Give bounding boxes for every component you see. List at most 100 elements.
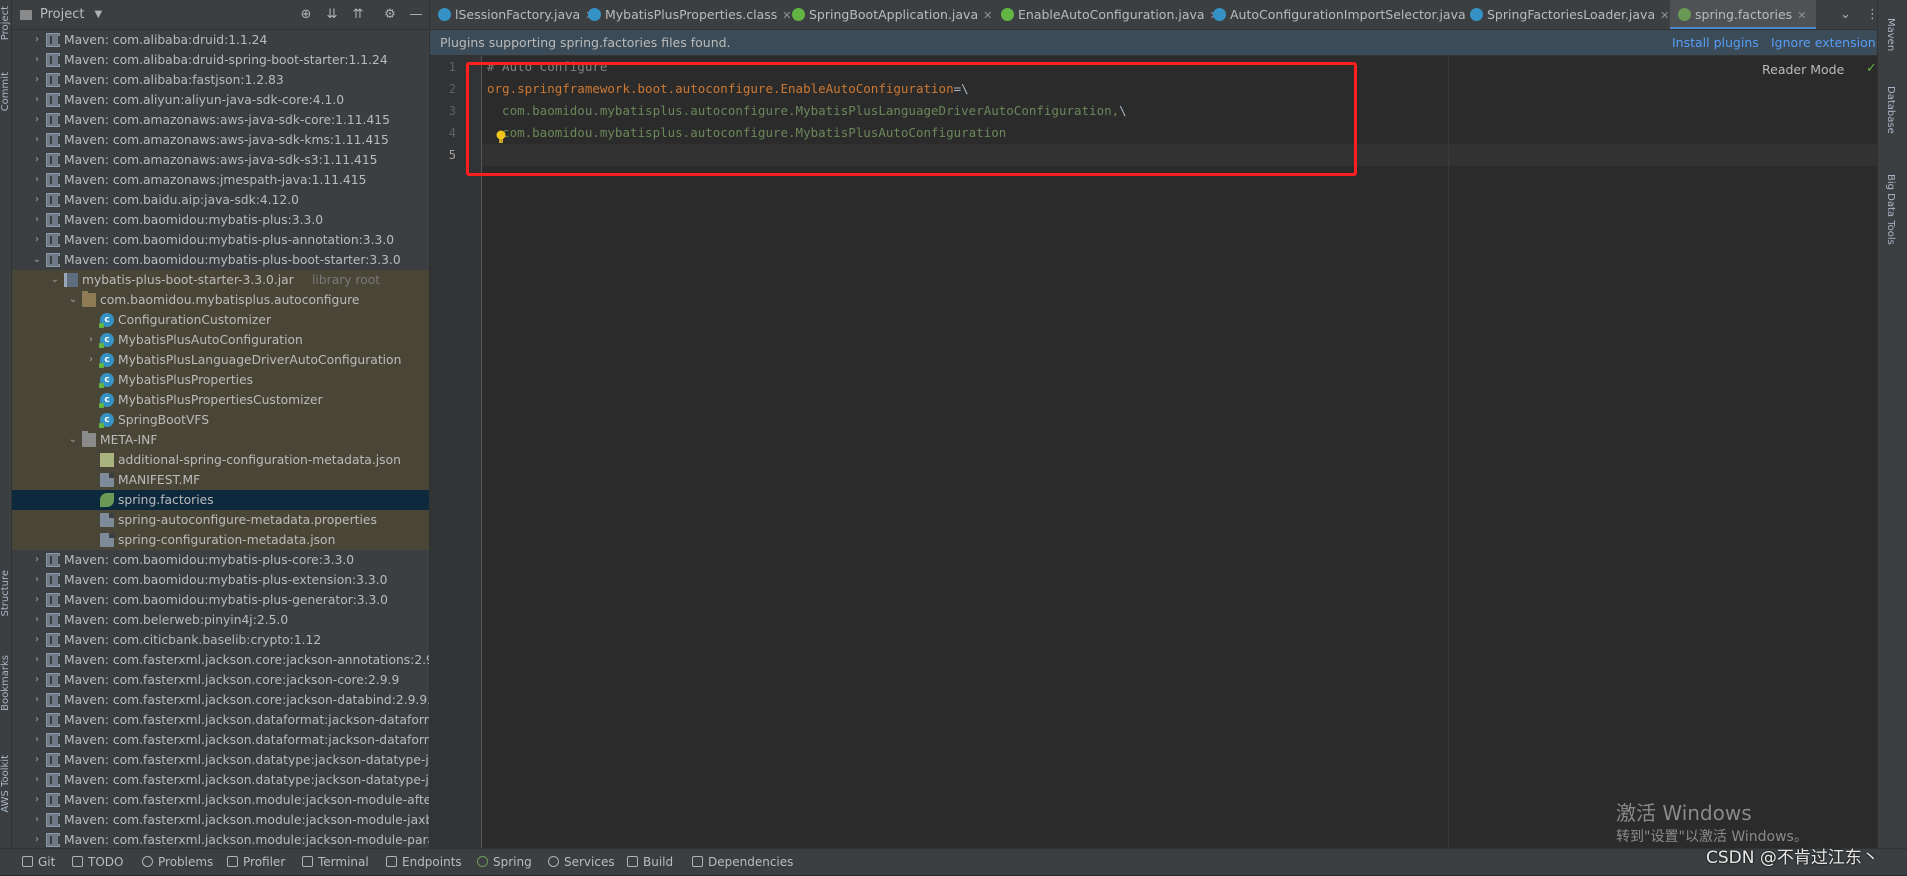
services-tool-button[interactable]: Services: [548, 849, 615, 876]
chevron-right-icon[interactable]: ›: [30, 790, 44, 810]
locate-icon[interactable]: ⊕: [298, 7, 314, 23]
build-tool-button[interactable]: Build: [627, 849, 673, 876]
tree-row[interactable]: c MybatisPlusProperties: [12, 370, 429, 390]
tree-row[interactable]: c ConfigurationCustomizer: [12, 310, 429, 330]
tree-row[interactable]: › Maven: com.amazonaws:jmespath-java:1.11…: [12, 170, 429, 190]
tree-row[interactable]: › Maven: com.alibaba:druid:1.1.24: [12, 30, 429, 50]
chevron-down-icon[interactable]: ⌄: [66, 430, 80, 450]
chevron-right-icon[interactable]: ›: [30, 190, 44, 210]
tree-row[interactable]: › Maven: com.fasterxml.jackson.core:jacks…: [12, 690, 429, 710]
chevron-right-icon[interactable]: ›: [30, 30, 44, 50]
database-tool-button[interactable]: Database: [1885, 86, 1896, 134]
chevron-right-icon[interactable]: ›: [30, 610, 44, 630]
chevron-right-icon[interactable]: ›: [30, 810, 44, 830]
chevron-right-icon[interactable]: ›: [84, 350, 98, 370]
tree-row[interactable]: › Maven: com.alibaba:fastjson:1.2.83: [12, 70, 429, 90]
more-options-icon[interactable]: ⋮: [1866, 0, 1877, 29]
minimize-icon[interactable]: —: [408, 7, 424, 23]
bookmarks-tool-button[interactable]: Bookmarks: [0, 655, 12, 711]
aws-toolkit-tool-button[interactable]: AWS Toolkit: [0, 755, 12, 813]
tree-row[interactable]: › Maven: com.alibaba:druid-spring-boot-st…: [12, 50, 429, 70]
tree-row[interactable]: › Maven: com.baomidou:mybatis-plus-annota…: [12, 230, 429, 250]
big-data-tools-button[interactable]: Big Data Tools: [1885, 174, 1896, 245]
chevron-right-icon[interactable]: ›: [30, 650, 44, 670]
spring-tool-button[interactable]: Spring: [477, 849, 532, 876]
tree-row[interactable]: MANIFEST.MF: [12, 470, 429, 490]
close-icon[interactable]: ✕: [1660, 9, 1669, 22]
chevron-down-icon[interactable]: ⌄: [48, 270, 62, 290]
tab-list-dropdown-icon[interactable]: ⌄: [1840, 0, 1851, 29]
tree-row[interactable]: › Maven: com.aliyun:aliyun-java-sdk-core:…: [12, 90, 429, 110]
tree-row[interactable]: › Maven: com.amazonaws:aws-java-sdk-core:…: [12, 110, 429, 130]
tree-row[interactable]: › Maven: com.fasterxml.jackson.core:jacks…: [12, 670, 429, 690]
problems-tool-button[interactable]: Problems: [142, 849, 213, 876]
tree-row[interactable]: › Maven: com.citicbank.baselib:crypto:1.1…: [12, 630, 429, 650]
chevron-right-icon[interactable]: ›: [30, 590, 44, 610]
chevron-right-icon[interactable]: ›: [30, 710, 44, 730]
project-tool-button[interactable]: Project: [0, 6, 12, 40]
chevron-right-icon[interactable]: ›: [30, 130, 44, 150]
editor-tab[interactable]: SpringFactoriesLoader.java ✕: [1462, 0, 1669, 29]
tree-row[interactable]: › Maven: com.fasterxml.jackson.module:jac…: [12, 830, 429, 848]
chevron-right-icon[interactable]: ›: [30, 750, 44, 770]
chevron-down-icon[interactable]: ⌄: [30, 250, 44, 270]
chevron-right-icon[interactable]: ›: [30, 170, 44, 190]
chevron-right-icon[interactable]: ›: [30, 830, 44, 848]
commit-tool-button[interactable]: Commit: [0, 72, 12, 111]
chevron-right-icon[interactable]: ›: [30, 690, 44, 710]
chevron-right-icon[interactable]: ›: [30, 110, 44, 130]
todo-tool-button[interactable]: TODO: [72, 849, 123, 876]
ignore-extension-link[interactable]: Ignore extension: [1771, 30, 1876, 56]
tree-row[interactable]: › c MybatisPlusAutoConfiguration: [12, 330, 429, 350]
tree-row[interactable]: › Maven: com.baidu.aip:java-sdk:4.12.0: [12, 190, 429, 210]
chevron-right-icon[interactable]: ›: [30, 670, 44, 690]
editor-tab[interactable]: spring.factories ✕: [1670, 0, 1816, 29]
tree-row[interactable]: › Maven: com.fasterxml.jackson.dataformat…: [12, 710, 429, 730]
tree-row[interactable]: spring-autoconfigure-metadata.properties: [12, 510, 429, 530]
gear-icon[interactable]: ⚙: [382, 7, 398, 23]
editor-tab[interactable]: lSessionFactory.java✕: [430, 0, 594, 29]
project-view-selector[interactable]: Project: [40, 7, 84, 22]
reader-mode-button[interactable]: Reader Mode: [1762, 62, 1844, 77]
chevron-down-icon[interactable]: ▼: [94, 9, 102, 20]
chevron-right-icon[interactable]: ›: [30, 210, 44, 230]
tree-row[interactable]: c MybatisPlusPropertiesCustomizer: [12, 390, 429, 410]
tree-row[interactable]: › Maven: com.amazonaws:aws-java-sdk-kms:1…: [12, 130, 429, 150]
tree-row[interactable]: › Maven: com.belerweb:pinyin4j:2.5.0: [12, 610, 429, 630]
tree-row[interactable]: › Maven: com.fasterxml.jackson.module:jac…: [12, 790, 429, 810]
tree-row[interactable]: spring.factories: [12, 490, 429, 510]
expand-all-icon[interactable]: ⇊: [324, 7, 340, 23]
tree-row[interactable]: › Maven: com.fasterxml.jackson.core:jacks…: [12, 650, 429, 670]
chevron-right-icon[interactable]: ›: [30, 70, 44, 90]
close-icon[interactable]: ✕: [983, 9, 992, 22]
chevron-right-icon[interactable]: ›: [30, 90, 44, 110]
editor-tab[interactable]: AutoConfigurationImportSelector.java✕: [1205, 0, 1480, 29]
chevron-right-icon[interactable]: ›: [30, 550, 44, 570]
git-tool-button[interactable]: Git: [22, 849, 55, 876]
chevron-right-icon[interactable]: ›: [30, 630, 44, 650]
tree-row[interactable]: › Maven: com.baomidou:mybatis-plus:3.3.0: [12, 210, 429, 230]
tree-row[interactable]: ⌄ mybatis-plus-boot-starter-3.3.0.jar libr…: [12, 270, 429, 290]
chevron-down-icon[interactable]: ⌄: [66, 290, 80, 310]
tree-row[interactable]: › Maven: com.fasterxml.jackson.module:jac…: [12, 810, 429, 830]
chevron-right-icon[interactable]: ›: [30, 50, 44, 70]
chevron-right-icon[interactable]: ›: [30, 570, 44, 590]
tree-row[interactable]: › Maven: com.baomidou:mybatis-plus-core:3…: [12, 550, 429, 570]
tree-row[interactable]: › Maven: com.amazonaws:aws-java-sdk-s3:1.…: [12, 150, 429, 170]
collapse-all-icon[interactable]: ⇈: [350, 7, 366, 23]
terminal-tool-button[interactable]: Terminal: [302, 849, 369, 876]
editor-tab[interactable]: MybatisPlusProperties.class ✕: [580, 0, 792, 29]
tree-row[interactable]: spring-configuration-metadata.json: [12, 530, 429, 550]
chevron-right-icon[interactable]: ›: [30, 730, 44, 750]
editor-tab[interactable]: EnableAutoConfiguration.java✕: [993, 0, 1219, 29]
structure-tool-button[interactable]: Structure: [0, 570, 12, 617]
tree-row[interactable]: ⌄ META-INF: [12, 430, 429, 450]
chevron-right-icon[interactable]: ›: [30, 150, 44, 170]
chevron-right-icon[interactable]: ›: [30, 770, 44, 790]
tree-row[interactable]: › Maven: com.fasterxml.jackson.dataformat…: [12, 730, 429, 750]
install-plugins-link[interactable]: Install plugins: [1672, 30, 1759, 56]
editor-tab[interactable]: SpringBootApplication.java ✕: [784, 0, 992, 29]
tree-row[interactable]: › c MybatisPlusLanguageDriverAutoConfigura…: [12, 350, 429, 370]
tree-row[interactable]: c SpringBootVFS: [12, 410, 429, 430]
tree-row[interactable]: › Maven: com.baomidou:mybatis-plus-extens…: [12, 570, 429, 590]
